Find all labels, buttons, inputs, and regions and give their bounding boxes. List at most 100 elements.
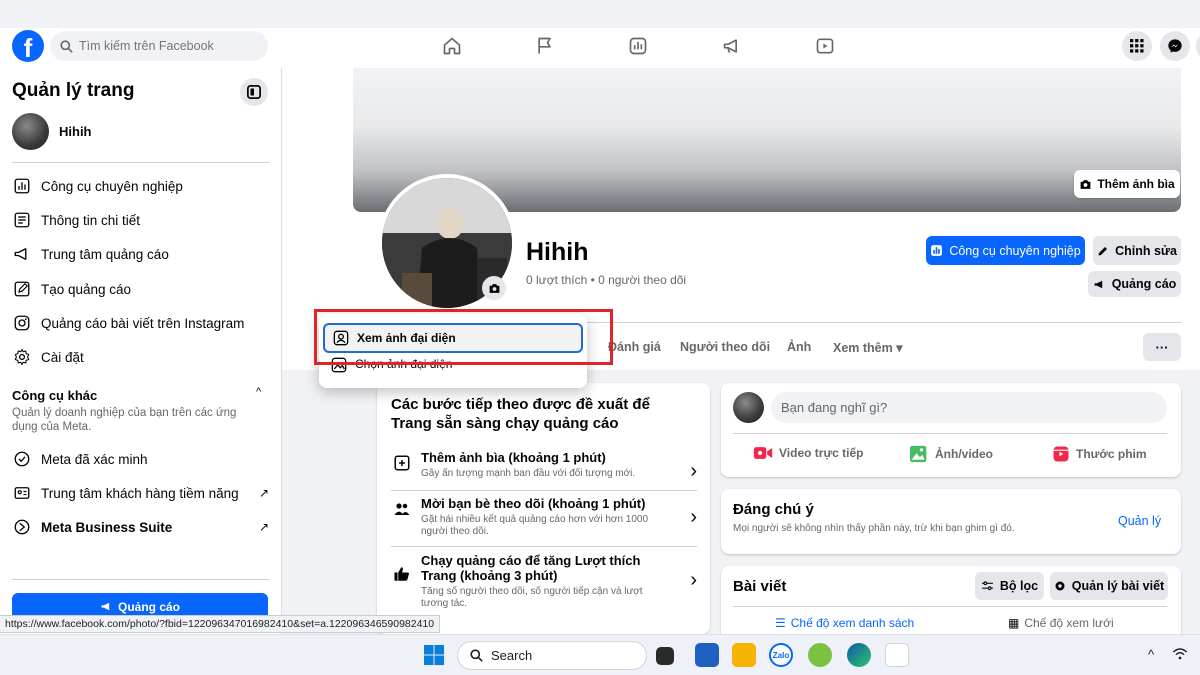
step-run-ads[interactable]: Chạy quảng cáo để tăng Lượt thích Trang … — [391, 553, 697, 610]
file-explorer-icon[interactable] — [732, 643, 756, 667]
page-stats[interactable]: 0 lượt thích • 0 người theo dõi — [526, 273, 686, 287]
sidebar-divider — [12, 162, 269, 163]
coccoc-icon[interactable] — [808, 643, 832, 667]
megaphone-icon — [1094, 280, 1102, 288]
sidebar-item-details[interactable]: Thông tin chi tiết — [12, 210, 140, 230]
sidebar-item-pro-tools[interactable]: Công cụ chuyên nghiệp — [12, 176, 183, 196]
external-link-icon: ↗ — [258, 486, 269, 500]
facebook-logo[interactable]: f — [12, 30, 44, 62]
grid-view-tab[interactable]: ▦ Chế độ xem lưới — [1008, 616, 1114, 630]
posts-title: Bài viết — [733, 578, 787, 595]
sidebar-page-profile[interactable]: Hihih — [12, 113, 92, 150]
link-preview-status: https://www.facebook.com/photo/?fbid=122… — [0, 615, 441, 633]
pro-tools-button[interactable]: Công cụ chuyên nghiệp — [926, 236, 1085, 265]
sidebar-item-label: Công cụ chuyên nghiệp — [41, 178, 183, 194]
windows-taskbar: Search Zalo ^ — [0, 634, 1200, 675]
sidebar-page-name: Hihih — [59, 124, 92, 139]
featured-card: Đáng chú ý Mọi người sẽ không nhìn thấy … — [721, 489, 1181, 554]
sidebar-divider — [12, 579, 269, 580]
other-tools-heading[interactable]: Công cụ khác — [12, 388, 97, 403]
sidebar-item-business-suite[interactable]: Meta Business Suite ↗ — [12, 517, 269, 537]
leads-icon — [12, 483, 32, 503]
task-view-icon[interactable] — [656, 647, 674, 665]
filter-icon — [981, 581, 993, 591]
app-icon[interactable] — [885, 643, 909, 667]
photo-icon — [910, 445, 927, 463]
chevron-up-icon[interactable]: ^ — [1148, 647, 1154, 662]
add-cover-button[interactable]: Thêm ảnh bìa — [1074, 170, 1180, 198]
step-add-cover[interactable]: Thêm ảnh bìa (khoảng 1 phút) Gây ấn tượng… — [391, 450, 697, 482]
search-input[interactable] — [79, 39, 249, 53]
sidebar-item-meta-verified[interactable]: Meta đã xác minh — [12, 449, 148, 469]
flag-icon[interactable] — [533, 35, 557, 57]
pencil-icon — [12, 279, 32, 299]
tab-see-more[interactable]: Xem thêm ▾ — [833, 340, 903, 355]
sidebar-collapse-icon[interactable] — [240, 78, 268, 106]
megaphone-icon[interactable] — [720, 35, 744, 57]
megaphone-icon — [101, 602, 110, 611]
sidebar-item-label: Trung tâm quảng cáo — [41, 246, 169, 262]
account-button[interactable] — [1196, 31, 1200, 61]
tab-reviews[interactable]: Đánh giá — [608, 340, 661, 354]
sidebar-item-ad-center[interactable]: Trung tâm quảng cáo — [12, 244, 169, 264]
sidebar-item-label: Cài đặt — [41, 349, 84, 365]
store-icon[interactable] — [695, 643, 719, 667]
chevron-up-icon[interactable]: ^ — [256, 386, 261, 398]
advertise-button[interactable]: Quảng cáo — [1088, 271, 1181, 297]
page-avatar — [12, 113, 49, 150]
meta-icon — [12, 517, 32, 537]
people-icon — [391, 498, 413, 520]
add-photo-icon — [391, 452, 413, 474]
insights-icon[interactable] — [626, 35, 650, 57]
live-video-icon — [753, 447, 773, 459]
reels-icon — [1053, 446, 1069, 462]
zalo-icon[interactable]: Zalo — [769, 643, 793, 667]
next-steps-card: Các bước tiếp theo được đề xuất để Trang… — [377, 383, 710, 634]
taskbar-search[interactable]: Search — [457, 641, 647, 670]
messenger-icon[interactable] — [1160, 31, 1190, 61]
search-icon — [470, 649, 483, 662]
featured-manage-link[interactable]: Quản lý — [1118, 514, 1161, 528]
tab-photos[interactable]: Ảnh — [787, 340, 811, 354]
details-icon — [12, 210, 32, 230]
sidebar-item-instagram[interactable]: Quảng cáo bài viết trên Instagram — [12, 313, 244, 333]
sidebar-item-label: Tạo quảng cáo — [41, 281, 132, 297]
page-name: Hihih — [526, 238, 589, 266]
post-composer-input[interactable]: Bạn đang nghĩ gì? — [771, 392, 1167, 423]
manage-page-sidebar: Quản lý trang Hihih Công cụ chuyên nghiệ… — [0, 68, 282, 634]
step-invite-friends[interactable]: Mời bạn bè theo dõi (khoảng 1 phút) Gặt h… — [391, 496, 697, 538]
sidebar-item-label: Thông tin chi tiết — [41, 212, 141, 228]
home-icon[interactable] — [440, 35, 464, 57]
search-box[interactable] — [50, 31, 268, 61]
sidebar-item-label: Quảng cáo bài viết trên Instagram — [41, 315, 245, 331]
sidebar-item-leads-center[interactable]: Trung tâm khách hàng tiềm năng ↗ — [12, 483, 269, 503]
live-video-button[interactable]: Video trực tiếp — [753, 445, 864, 461]
featured-title: Đáng chú ý — [733, 501, 814, 518]
reels-button[interactable]: Thước phim — [1052, 445, 1147, 463]
window-top-strip — [0, 0, 1200, 28]
edge-icon[interactable] — [847, 643, 871, 667]
tab-followers[interactable]: Người theo dõi — [680, 340, 770, 354]
step-divider — [391, 546, 697, 547]
chevron-right-icon: › — [690, 569, 697, 591]
verified-icon — [12, 449, 32, 469]
posts-divider — [733, 606, 1167, 607]
camera-icon[interactable] — [482, 276, 506, 300]
edit-button[interactable]: Chỉnh sửa — [1093, 236, 1181, 265]
megaphone-icon — [12, 244, 32, 264]
chart-icon — [12, 176, 32, 196]
filter-button[interactable]: Bộ lọc — [975, 572, 1044, 600]
wifi-icon[interactable] — [1172, 647, 1188, 661]
photo-video-button[interactable]: Ảnh/video — [909, 445, 993, 463]
list-view-tab[interactable]: ☰ Chế độ xem danh sách — [775, 616, 914, 630]
video-icon[interactable] — [813, 35, 837, 57]
top-navbar: f — [0, 28, 1200, 68]
menu-grid-icon[interactable] — [1122, 31, 1152, 61]
next-steps-title: Các bước tiếp theo được đề xuất để Trang… — [391, 396, 650, 432]
windows-start-icon[interactable] — [424, 645, 445, 666]
sidebar-item-settings[interactable]: Cài đặt — [12, 347, 84, 367]
more-options-button[interactable]: ··· — [1143, 333, 1181, 361]
sidebar-item-create-ad[interactable]: Tạo quảng cáo — [12, 279, 131, 299]
manage-posts-button[interactable]: Quản lý bài viết — [1050, 572, 1168, 600]
grid-icon: ▦ — [1008, 616, 1020, 630]
